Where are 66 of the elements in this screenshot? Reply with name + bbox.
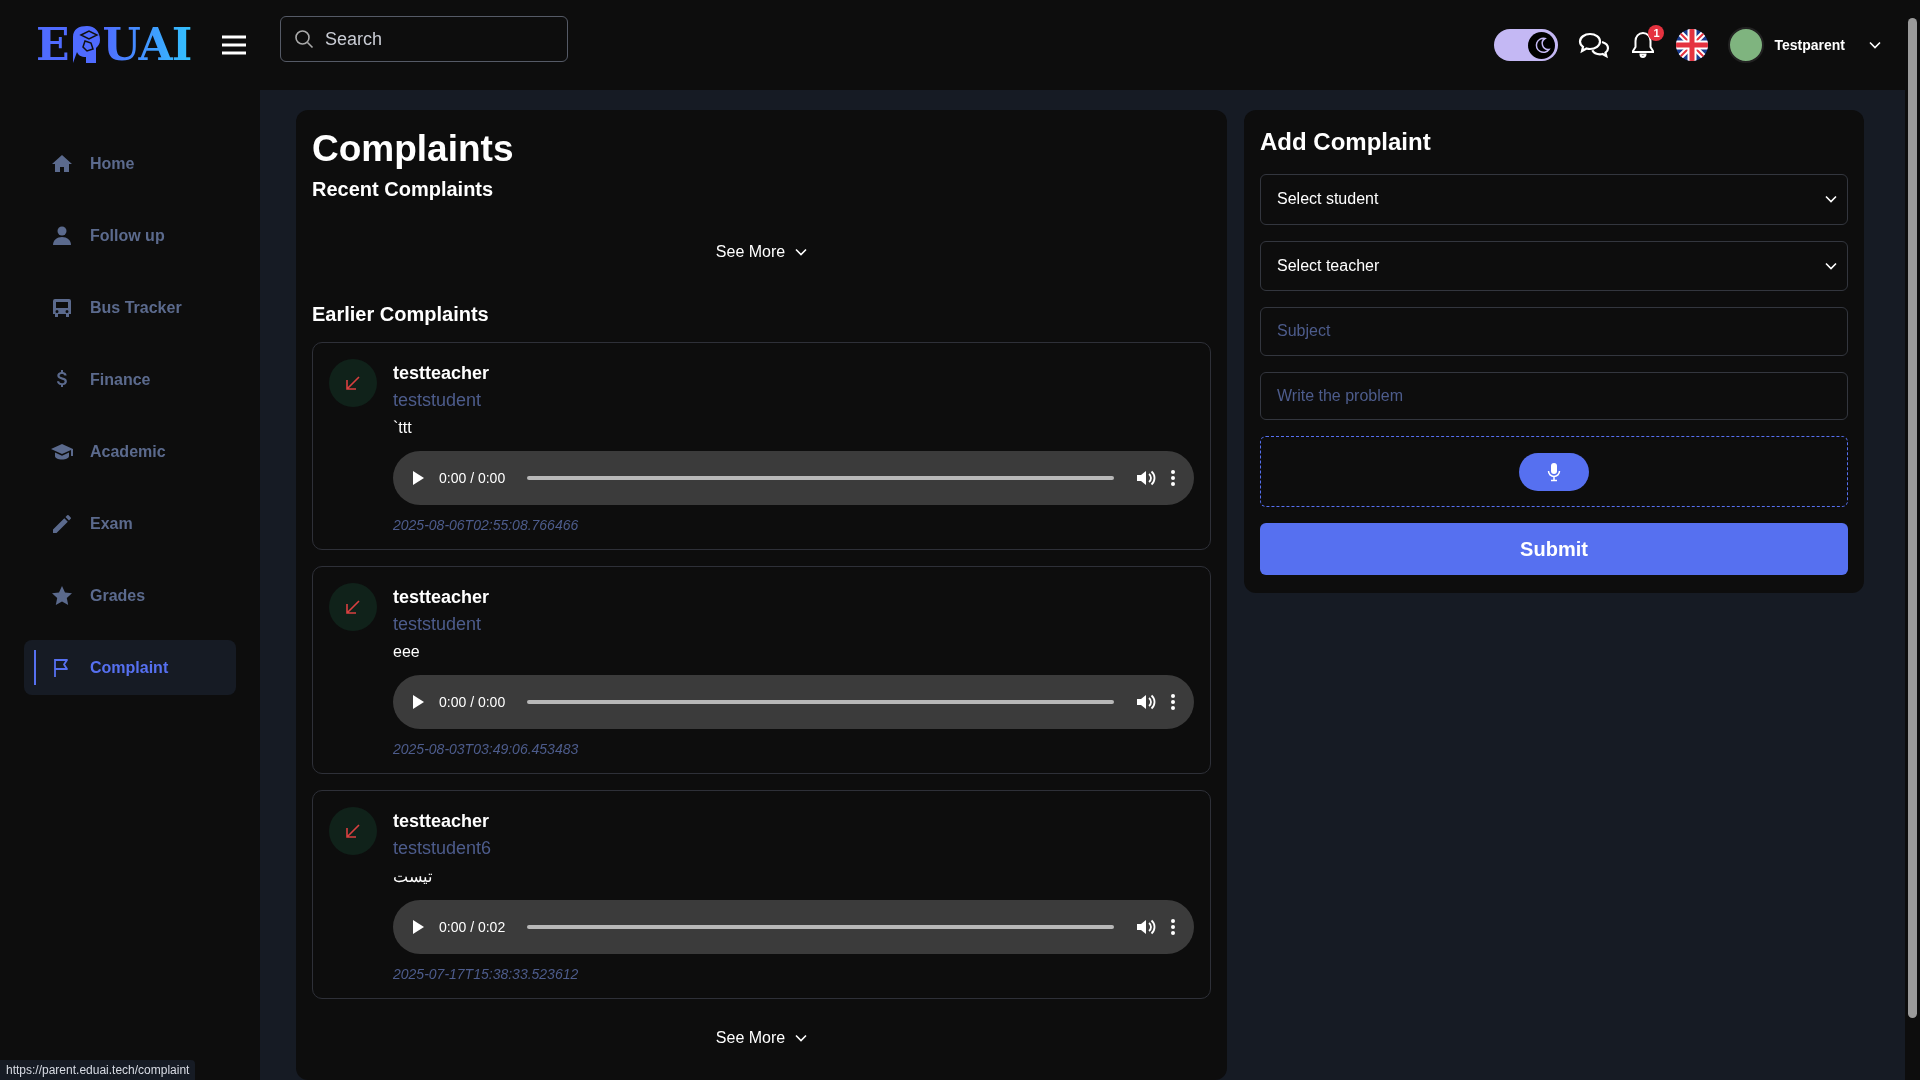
volume-icon[interactable] <box>1136 918 1156 936</box>
sidebar-item[interactable]: Complaint <box>24 640 236 695</box>
sidebar-item[interactable]: Bus Tracker <box>24 280 236 335</box>
microphone-button[interactable] <box>1519 452 1589 491</box>
chat-icon[interactable] <box>1578 31 1611 59</box>
student-name: teststudent6 <box>393 838 493 859</box>
teacher-select[interactable]: Select teacher <box>1260 240 1848 292</box>
audio-time: 0:00 / 0:00 <box>439 470 506 486</box>
submit-button[interactable]: Submit <box>1260 523 1848 575</box>
chevron-icon <box>795 1034 808 1042</box>
teacher-name: testteacher <box>393 587 491 608</box>
volume-icon[interactable] <box>1136 469 1156 487</box>
audio-player[interactable]: 0:00 / 0:00 <box>393 675 1194 729</box>
theme-toggle[interactable] <box>1494 29 1559 61</box>
chevron-icon <box>795 248 808 256</box>
complaint-message: `ttt <box>393 419 413 437</box>
complaint-message: تيست <box>393 867 433 886</box>
user-name[interactable]: Testparent <box>1774 37 1845 53</box>
search-field[interactable]: Search <box>280 16 568 62</box>
audio-time: 0:00 / 0:02 <box>439 919 506 935</box>
sidebar-item[interactable]: Finance <box>24 352 236 407</box>
audio-track[interactable] <box>527 925 1114 929</box>
timestamp: 2025-08-03T03:49:06.453483 <box>393 741 580 757</box>
problem-field[interactable]: Write the problem <box>1260 371 1848 421</box>
caret-icon <box>1869 41 1881 49</box>
sidebar-item[interactable]: Grades <box>24 568 236 623</box>
see-more-button[interactable]: See More <box>711 1025 812 1051</box>
volume-icon[interactable] <box>1136 693 1156 711</box>
audio-player[interactable]: 0:00 / 0:02 <box>393 900 1194 954</box>
play-icon[interactable] <box>411 919 425 935</box>
audio-track[interactable] <box>527 700 1114 704</box>
teacher-name: testteacher <box>393 811 491 832</box>
section-heading: Recent Complaints <box>312 178 495 201</box>
sidebar-item[interactable]: Follow up <box>24 208 236 263</box>
audio-time: 0:00 / 0:00 <box>439 694 506 710</box>
timestamp: 2025-07-17T15:38:33.523612 <box>393 966 580 982</box>
play-icon[interactable] <box>411 694 425 710</box>
more-icon[interactable] <box>1170 693 1176 711</box>
more-icon[interactable] <box>1170 918 1176 936</box>
menu-icon[interactable] <box>221 34 248 56</box>
microphone-icon <box>1547 461 1561 482</box>
section-heading: Earlier Complaints <box>312 303 490 326</box>
audio-player[interactable]: 0:00 / 0:00 <box>393 451 1194 505</box>
student-name: teststudent <box>393 390 483 411</box>
page-title: Complaints <box>312 128 515 170</box>
caret-icon <box>1825 195 1837 204</box>
timestamp: 2025-08-06T02:55:08.766466 <box>393 517 580 533</box>
see-more-button[interactable]: See More <box>711 239 812 265</box>
flag-icon[interactable] <box>1676 29 1709 61</box>
subject-field[interactable]: Subject <box>1260 307 1848 356</box>
sidebar-item[interactable]: Exam <box>24 496 236 551</box>
search-icon <box>294 29 314 49</box>
panel-title: Add Complaint <box>1260 128 1432 156</box>
teacher-name: testteacher <box>393 363 491 384</box>
more-icon[interactable] <box>1170 469 1176 487</box>
sidebar-item[interactable]: Home <box>24 136 236 191</box>
complaint-message: eee <box>393 643 421 661</box>
user-avatar[interactable] <box>1728 27 1765 63</box>
sidebar-item[interactable]: Academic <box>24 424 236 479</box>
student-select[interactable]: Select student <box>1260 174 1848 225</box>
status-url: https://parent.eduai.tech/complaint <box>0 1060 196 1080</box>
student-name: teststudent <box>393 614 483 635</box>
play-icon[interactable] <box>411 470 425 486</box>
notification-badge: 1 <box>1648 25 1665 41</box>
caret-icon <box>1825 261 1837 270</box>
audio-track[interactable] <box>527 476 1114 480</box>
